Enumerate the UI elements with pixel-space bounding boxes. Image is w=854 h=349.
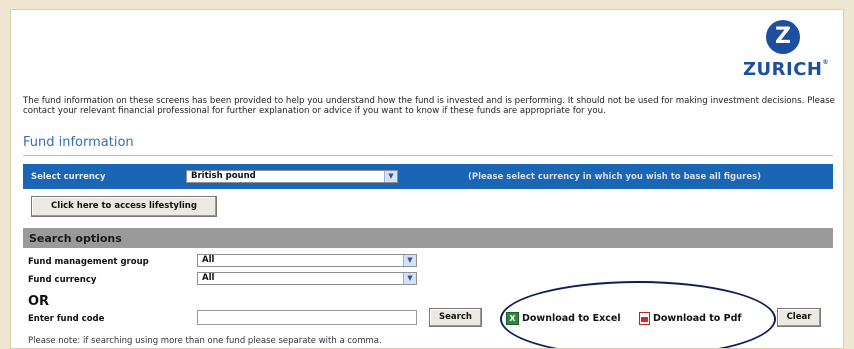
zurich-logo-mark: Z xyxy=(766,20,800,54)
zurich-logo: Z ZURICH® xyxy=(743,20,829,80)
or-label: OR xyxy=(28,294,50,309)
lifestyling-button[interactable]: Click here to access lifestyling xyxy=(31,196,217,217)
currency-hint: (Please select currency in which you wis… xyxy=(468,172,762,182)
disclaimer-text: The fund information on these screens ha… xyxy=(23,96,835,116)
fund-code-label: Enter fund code xyxy=(28,314,105,324)
search-button[interactable]: Search xyxy=(429,308,482,327)
fund-currency-label: Fund currency xyxy=(28,275,97,285)
fund-management-group-select[interactable]: All ▼ xyxy=(197,254,417,267)
download-excel-label: Download to Excel xyxy=(522,313,621,324)
fund-currency-value: All xyxy=(202,273,215,283)
chevron-down-icon[interactable]: ▼ xyxy=(403,273,416,284)
fund-currency-select[interactable]: All ▼ xyxy=(197,272,417,285)
fund-management-group-label: Fund management group xyxy=(28,257,149,267)
clear-button[interactable]: Clear xyxy=(777,308,821,327)
download-excel-link[interactable]: X Download to Excel xyxy=(506,312,621,325)
currency-select[interactable]: British pound ▼ xyxy=(186,170,398,183)
pdf-icon xyxy=(639,312,650,325)
download-pdf-label: Download to Pdf xyxy=(653,313,742,324)
currency-select-value: British pound xyxy=(191,171,256,181)
currency-bar: Select currency British pound ▼ (Please … xyxy=(23,164,833,189)
search-options-title: Search options xyxy=(29,232,122,245)
zurich-logo-text: ZURICH xyxy=(743,59,823,80)
fund-code-input[interactable] xyxy=(197,310,417,325)
currency-label: Select currency xyxy=(31,172,106,182)
registered-mark: ® xyxy=(822,59,829,66)
excel-icon: X xyxy=(506,312,519,325)
section-divider xyxy=(23,155,833,156)
chevron-down-icon[interactable]: ▼ xyxy=(384,171,397,182)
section-title: Fund information xyxy=(23,135,134,150)
chevron-down-icon[interactable]: ▼ xyxy=(403,255,416,266)
search-options-header: Search options xyxy=(23,228,833,248)
download-pdf-link[interactable]: Download to Pdf xyxy=(639,312,742,325)
fund-management-group-value: All xyxy=(202,255,215,265)
search-note: Please note: if searching using more tha… xyxy=(28,336,382,346)
fund-panel: Z ZURICH® The fund information on these … xyxy=(10,9,844,349)
